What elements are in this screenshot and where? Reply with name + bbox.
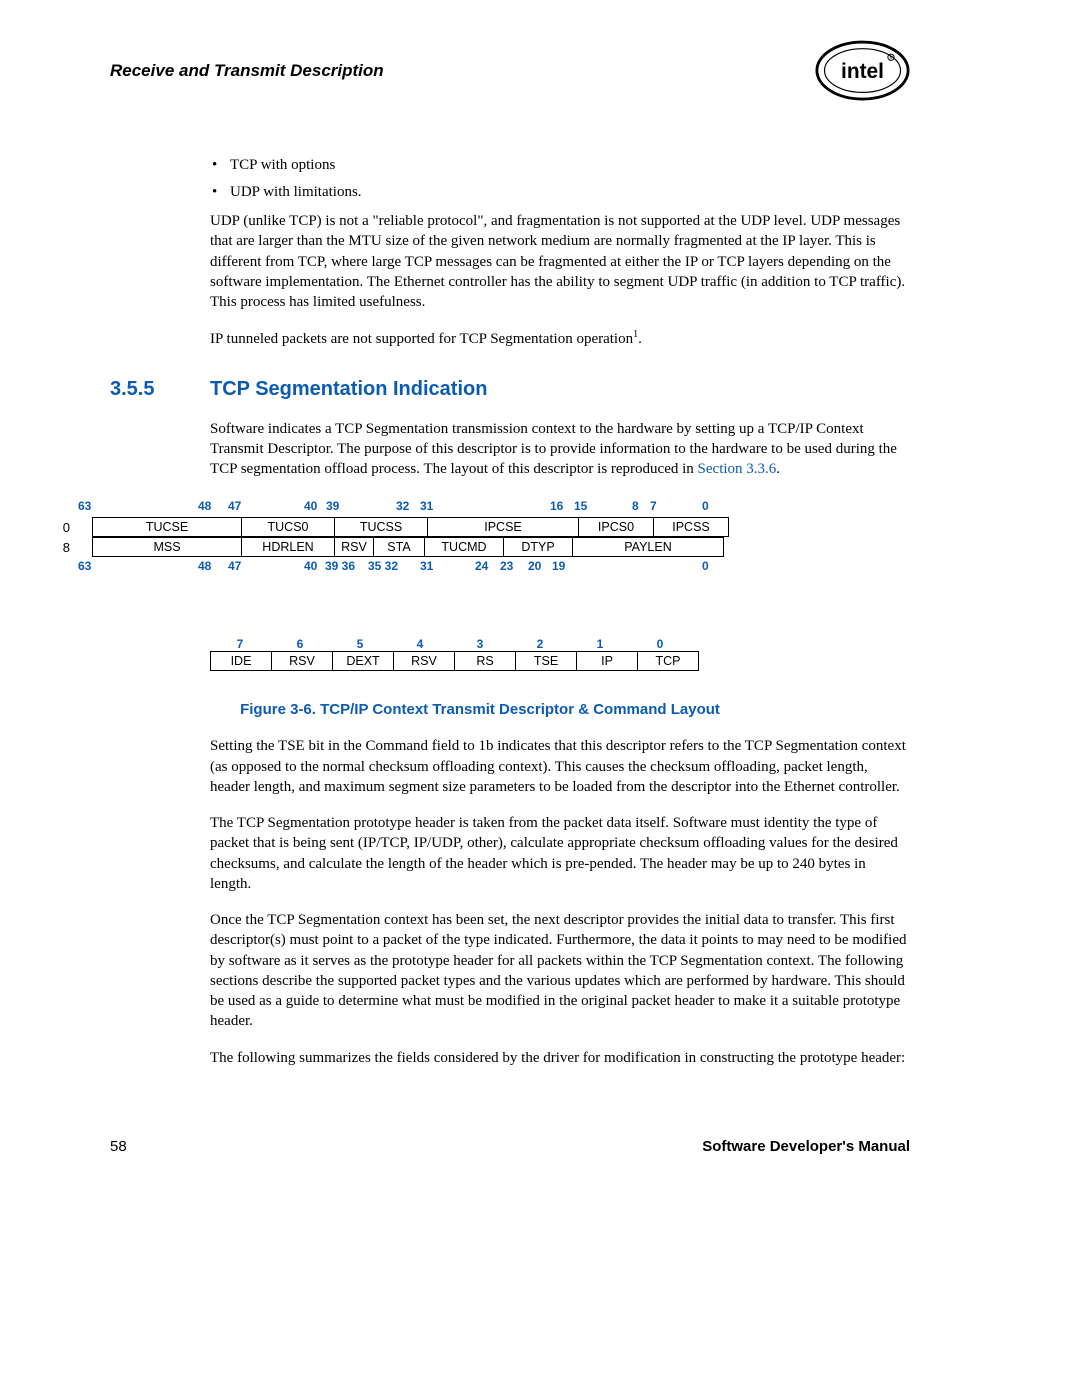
field-cell: TCP <box>638 652 699 671</box>
text: Software indicates a TCP Segmentation tr… <box>210 421 897 478</box>
paragraph: The TCP Segmentation prototype header is… <box>210 813 910 894</box>
bit-num: 48 <box>198 499 211 513</box>
section-number: 3.5.5 <box>110 378 210 401</box>
bit-num: 8 <box>632 499 639 513</box>
descriptor-row-0: TUCSE TUCS0 TUCSS IPCSE IPCS0 IPCSS <box>92 517 729 537</box>
bit-num: 5 <box>330 637 390 651</box>
bit-num: 3 <box>450 637 510 651</box>
text: . <box>638 331 642 347</box>
section-title: TCP Segmentation Indication <box>210 378 487 401</box>
field-cell: RSV <box>335 538 374 557</box>
bit-num: 63 <box>78 559 91 573</box>
bit-num: 40 <box>304 559 317 573</box>
field-cell: IPCSS <box>654 518 729 537</box>
field-cell: DEXT <box>333 652 394 671</box>
command-bits: 7 6 5 4 3 2 1 0 IDE RSV DEXT RSV RS TSE … <box>210 637 910 671</box>
bit-labels-bottom: 63 48 47 40 39 36 35 32 31 24 23 20 19 0 <box>50 559 910 577</box>
bit-num: 47 <box>228 559 241 573</box>
text: . <box>776 461 780 477</box>
figure-caption: Figure 3-6. TCP/IP Context Transmit Desc… <box>50 701 910 718</box>
bit-num: 47 <box>228 499 241 513</box>
paragraph: Once the TCP Segmentation context has be… <box>210 910 910 1032</box>
bit-num: 63 <box>78 499 91 513</box>
row-offset: 0 <box>50 520 70 535</box>
document-page: Receive and Transmit Description intel R… <box>0 0 1080 1215</box>
bullet-item: UDP with limitations. <box>210 184 910 201</box>
field-cell: TSE <box>516 652 577 671</box>
body-content: Setting the TSE bit in the Command field… <box>210 736 910 1068</box>
bit-num: 40 <box>304 499 317 513</box>
field-cell: MSS <box>93 538 242 557</box>
bit-num: 39 36 <box>325 559 355 573</box>
page-header: Receive and Transmit Description intel R <box>110 40 910 102</box>
svg-text:R: R <box>889 56 892 61</box>
field-cell: RSV <box>272 652 333 671</box>
field-cell: IDE <box>211 652 272 671</box>
bit-labels-top: 63 48 47 40 39 32 31 16 15 8 7 0 <box>50 499 910 517</box>
svg-text:intel: intel <box>841 60 884 83</box>
paragraph: IP tunneled packets are not supported fo… <box>210 328 910 349</box>
bit-num: 1 <box>570 637 630 651</box>
paragraph: Software indicates a TCP Segmentation tr… <box>210 419 910 480</box>
field-cell: PAYLEN <box>573 538 724 557</box>
bit-num: 7 <box>210 637 270 651</box>
bit-diagram: 63 48 47 40 39 32 31 16 15 8 7 0 0 TUCSE… <box>50 499 910 577</box>
bullet-list: TCP with options UDP with limitations. <box>210 157 910 201</box>
field-cell: STA <box>374 538 425 557</box>
command-bits-row: IDE RSV DEXT RSV RS TSE IP TCP <box>210 651 699 671</box>
bit-num: 0 <box>630 637 690 651</box>
row-offset: 8 <box>50 540 70 555</box>
section-heading: 3.5.5 TCP Segmentation Indication <box>110 378 910 401</box>
header-title: Receive and Transmit Description <box>110 61 384 81</box>
bit-num: 16 <box>550 499 563 513</box>
body-content: Software indicates a TCP Segmentation tr… <box>210 419 910 480</box>
table-row: 0 TUCSE TUCS0 TUCSS IPCSE IPCS0 IPCSS <box>50 517 910 537</box>
field-cell: IPCSE <box>428 518 579 537</box>
bit-num: 23 <box>500 559 513 573</box>
cross-reference-link[interactable]: Section 3.3.6 <box>698 461 777 477</box>
paragraph: UDP (unlike TCP) is not a "reliable prot… <box>210 211 910 312</box>
field-cell: IP <box>577 652 638 671</box>
manual-title: Software Developer's Manual <box>702 1138 910 1155</box>
paragraph: Setting the TSE bit in the Command field… <box>210 736 910 797</box>
bit-num: 7 <box>650 499 657 513</box>
bullet-item: TCP with options <box>210 157 910 174</box>
bit-num: 31 <box>420 499 433 513</box>
page-footer: 58 Software Developer's Manual <box>110 1138 910 1155</box>
bit-num: 35 32 <box>368 559 398 573</box>
bit-num: 19 <box>552 559 565 573</box>
bit-num: 39 <box>326 499 339 513</box>
field-cell: IPCS0 <box>579 518 654 537</box>
text: IP tunneled packets are not supported fo… <box>210 331 633 347</box>
field-cell: HDRLEN <box>242 538 335 557</box>
bit-num: 2 <box>510 637 570 651</box>
body-content: TCP with options UDP with limitations. U… <box>210 157 910 350</box>
field-cell: RS <box>455 652 516 671</box>
bit-num: 0 <box>702 559 709 573</box>
intel-logo-icon: intel R <box>815 40 910 102</box>
descriptor-figure: 63 48 47 40 39 32 31 16 15 8 7 0 0 TUCSE… <box>50 499 910 718</box>
bit-num: 6 <box>270 637 330 651</box>
bit-num: 31 <box>420 559 433 573</box>
bit-num: 20 <box>528 559 541 573</box>
bit-num: 48 <box>198 559 211 573</box>
bit-num: 15 <box>574 499 587 513</box>
field-cell: TUCS0 <box>242 518 335 537</box>
paragraph: The following summarizes the fields cons… <box>210 1048 910 1068</box>
field-cell: TUCSS <box>335 518 428 537</box>
table-row: 8 MSS HDRLEN RSV STA TUCMD DTYP PAYLEN <box>50 537 910 557</box>
bit-labels-small: 7 6 5 4 3 2 1 0 <box>210 637 910 651</box>
bit-num: 0 <box>702 499 709 513</box>
field-cell: TUCSE <box>93 518 242 537</box>
page-number: 58 <box>110 1138 127 1155</box>
bit-num: 24 <box>475 559 488 573</box>
bit-num: 4 <box>390 637 450 651</box>
descriptor-row-1: MSS HDRLEN RSV STA TUCMD DTYP PAYLEN <box>92 537 724 557</box>
field-cell: DTYP <box>504 538 573 557</box>
bit-num: 32 <box>396 499 409 513</box>
field-cell: RSV <box>394 652 455 671</box>
field-cell: TUCMD <box>425 538 504 557</box>
